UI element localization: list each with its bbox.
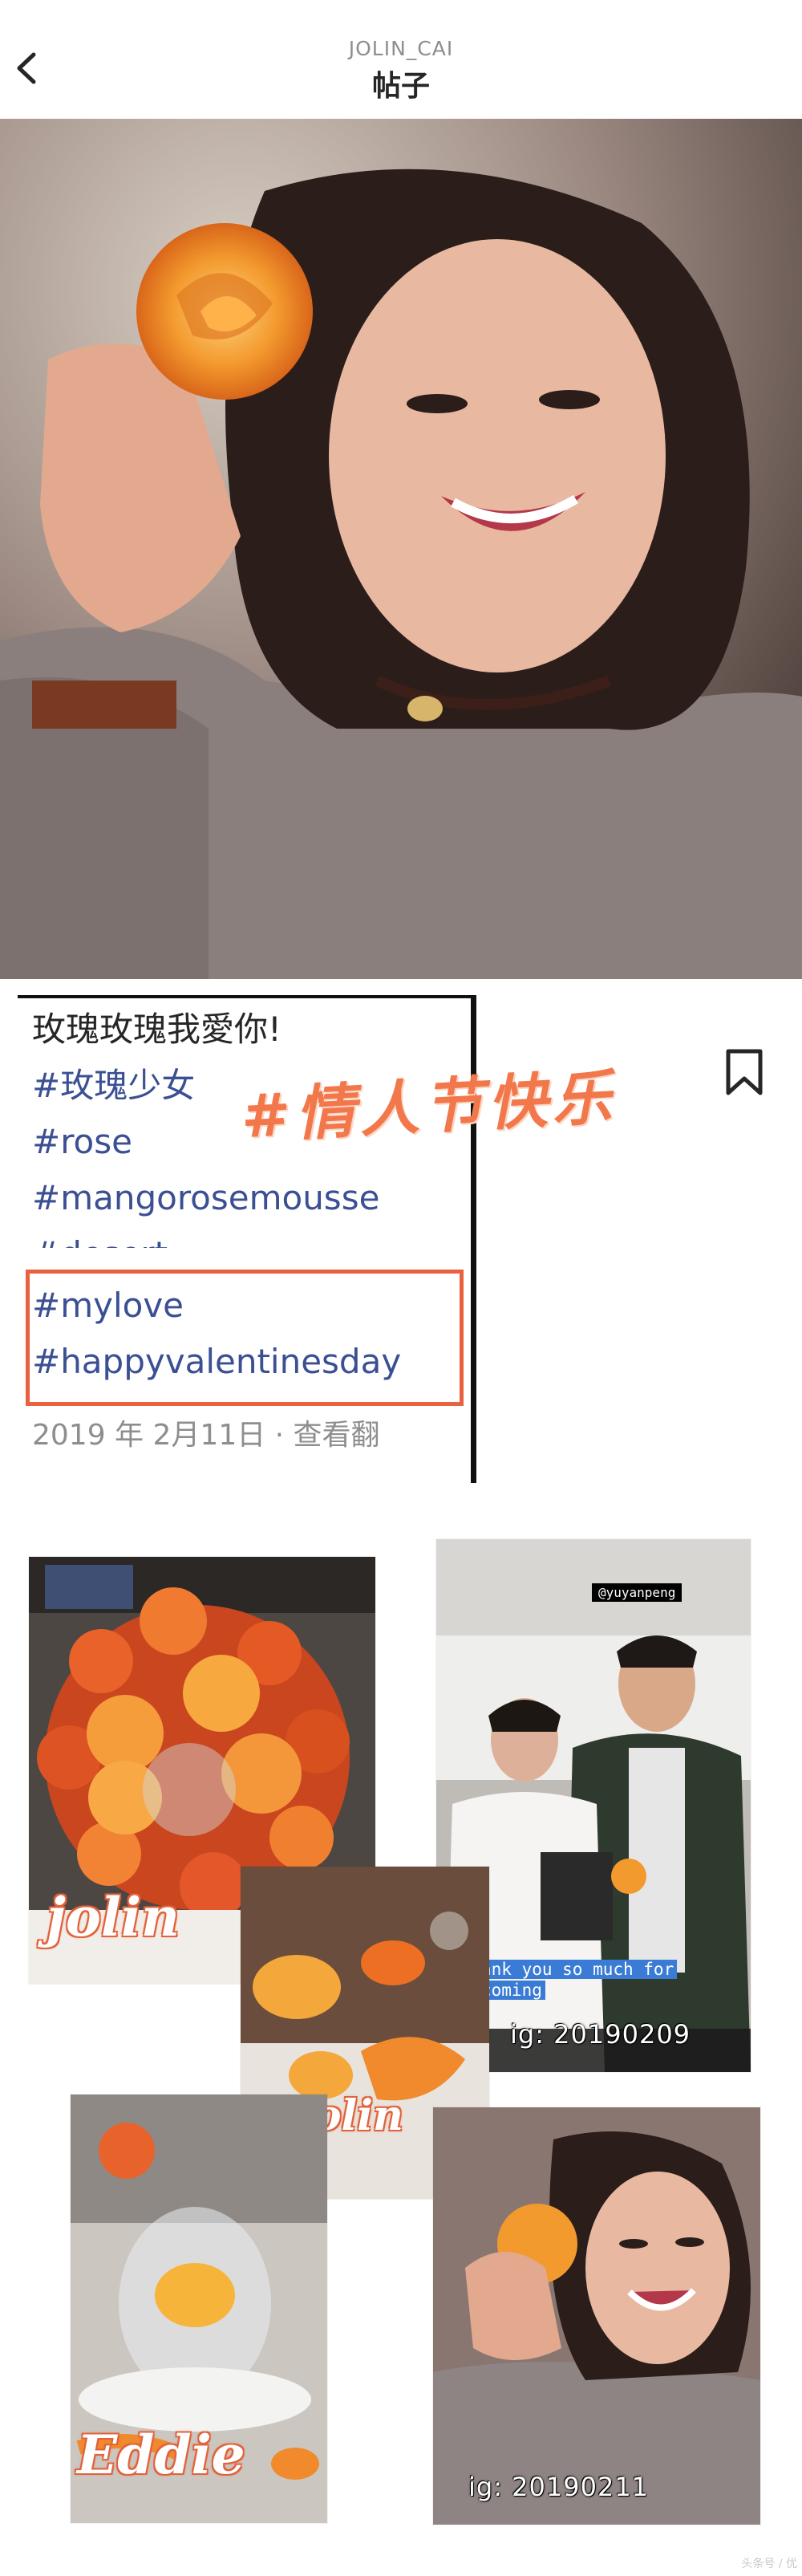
ig-date-label: ig: 20190211 xyxy=(468,2472,650,2502)
main-post-photo[interactable] xyxy=(0,119,802,979)
hashtag-link[interactable]: #mangorosemousse xyxy=(32,1178,379,1218)
highlight-box xyxy=(26,1270,464,1406)
watermark: 头条号 / 优 xyxy=(741,2558,797,2570)
story-caption-line: ank you so much for xyxy=(478,1960,678,1979)
post-date: 2019 年 2月11日 · 查看翻 xyxy=(32,1419,380,1452)
header-username[interactable]: JOLIN_CAI xyxy=(0,37,802,60)
post-header: JOLIN_CAI 帖子 xyxy=(0,0,802,119)
page-title: 帖子 xyxy=(371,70,430,103)
collage-label-jolin: jolin xyxy=(47,1886,180,1948)
story-mention-tag: @yuyanpeng xyxy=(592,1583,683,1602)
collage-label-eddie: Eddie xyxy=(77,2424,245,2486)
hashtag-link[interactable]: #rose xyxy=(32,1122,132,1162)
bookmark-icon[interactable] xyxy=(722,1046,767,1098)
ig-date-label: ig: 20190209 xyxy=(510,2019,691,2050)
hashtag-link[interactable]: #玫瑰少女 xyxy=(32,1066,195,1106)
collage-selfie-photo xyxy=(433,2107,760,2525)
crop-edge xyxy=(18,1248,467,1267)
caption-text: 玫瑰玫瑰我愛你! xyxy=(32,1010,282,1049)
story-caption: ank you so much for coming xyxy=(478,1959,743,2001)
